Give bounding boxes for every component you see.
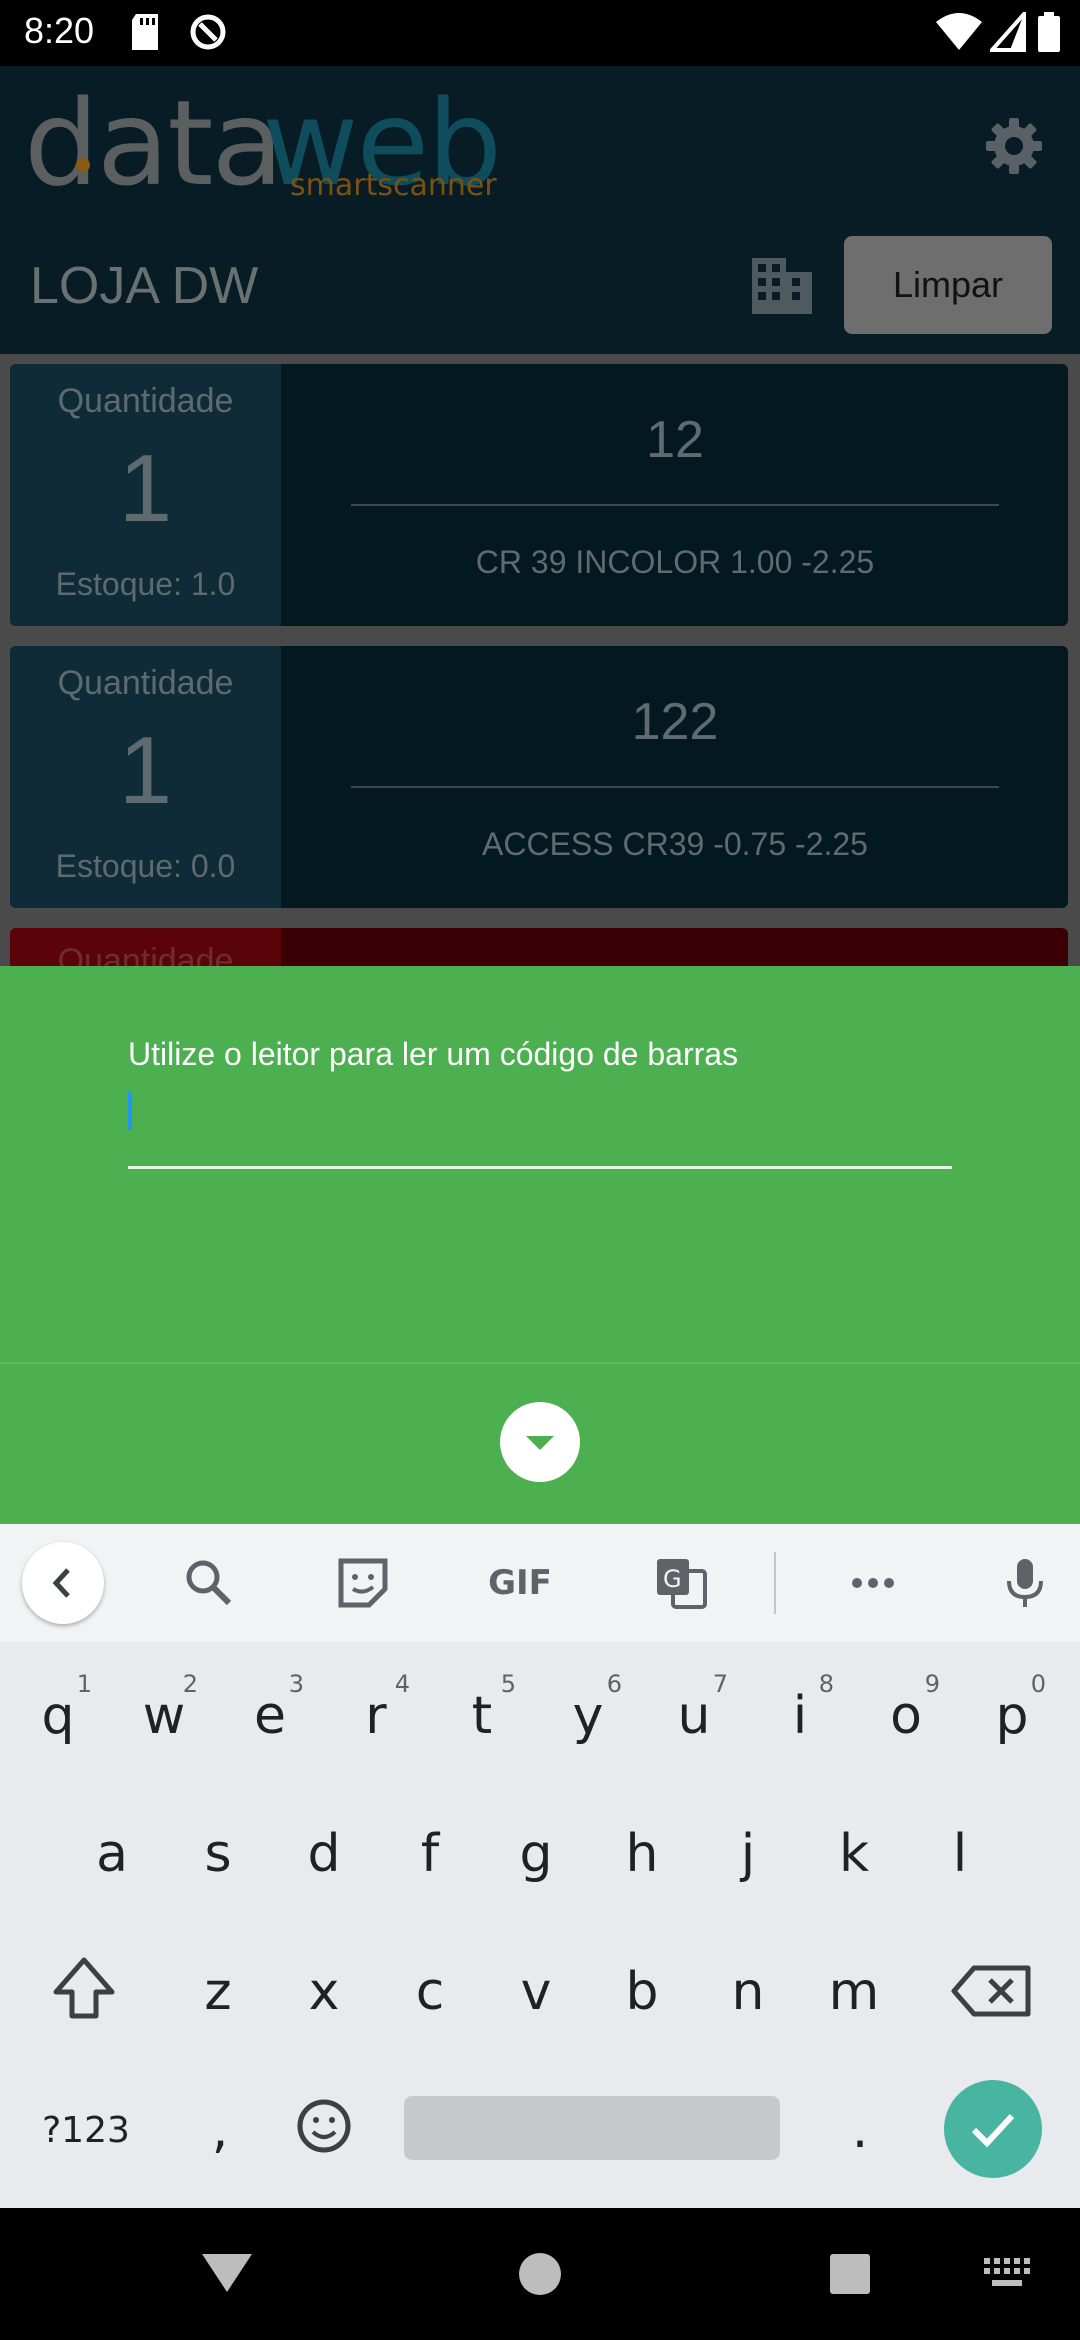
key-i[interactable]: i8 — [752, 1660, 848, 1770]
scan-instruction-label: Utilize o leitor para ler um código de b… — [128, 1036, 739, 1072]
gif-button[interactable]: GIF — [484, 1550, 556, 1616]
key-s[interactable]: s — [170, 1798, 266, 1908]
sticker-icon[interactable] — [330, 1550, 396, 1616]
key-x[interactable]: x — [276, 1936, 372, 2046]
enter-key[interactable] — [944, 2080, 1042, 2178]
item-description: CR 39 INCOLOR 1.00 -2.25 — [475, 544, 875, 580]
toolbar-divider — [774, 1552, 776, 1614]
home-circle-icon[interactable] — [516, 2250, 564, 2303]
list-item[interactable]: Quantidade 1 Estoque: 0.0 122 ACCESS CR3… — [10, 646, 1068, 908]
list-item[interactable]: Quantidade 1 Estoque: 1.0 12 CR 39 INCOL… — [10, 364, 1068, 626]
symbols-key[interactable]: ?123 — [34, 2074, 138, 2184]
period-key[interactable]: . — [812, 2074, 908, 2184]
key-v[interactable]: v — [488, 1936, 584, 2046]
search-icon[interactable] — [176, 1550, 242, 1616]
store-title: LOJA DW — [30, 257, 259, 315]
cell-signal-icon — [987, 8, 1026, 57]
list-item[interactable]: Quantidade — [10, 928, 1068, 966]
key-h[interactable]: h — [594, 1798, 690, 1908]
sheet-divider — [0, 1362, 1080, 1364]
item-list: Quantidade 1 Estoque: 1.0 12 CR 39 INCOL… — [0, 354, 1080, 966]
keyboard-back-button[interactable] — [22, 1542, 104, 1624]
status-time: 8:20 — [24, 10, 95, 51]
shift-key[interactable] — [36, 1936, 132, 2046]
app-header: data web smartscanner LOJA DW Limpar — [0, 66, 1080, 354]
key-w[interactable]: w2 — [116, 1660, 212, 1770]
comma-key[interactable]: , — [172, 2074, 268, 2184]
barcode-input[interactable] — [128, 1090, 956, 1138]
key-f[interactable]: f — [382, 1798, 478, 1908]
key-u[interactable]: u7 — [646, 1660, 742, 1770]
back-triangle-icon[interactable] — [198, 2248, 256, 2303]
key-q[interactable]: q1 — [10, 1660, 106, 1770]
key-p[interactable]: p0 — [964, 1660, 1060, 1770]
microphone-icon[interactable] — [992, 1550, 1058, 1616]
translate-icon[interactable]: G — [648, 1550, 714, 1616]
store-building-icon[interactable] — [752, 258, 812, 319]
stock-text: Estoque: 1.0 — [55, 566, 236, 602]
quantity-panel[interactable]: Quantidade — [10, 928, 281, 966]
quantity-label: Quantidade — [57, 382, 234, 420]
key-c[interactable]: c — [382, 1936, 478, 2046]
key-k[interactable]: k — [806, 1798, 902, 1908]
item-code: 12 — [646, 411, 704, 469]
navigation-bar — [0, 2208, 1080, 2340]
key-n[interactable]: n — [700, 1936, 796, 2046]
emoji-icon — [297, 2099, 351, 2153]
logo-subtitle: smartscanner — [290, 168, 497, 203]
keyboard-toolbar: GIF G — [0, 1524, 1080, 1642]
key-g[interactable]: g — [488, 1798, 584, 1908]
quantity-value: 1 — [118, 717, 173, 824]
status-bar: 8:20 — [0, 0, 1080, 66]
clear-button[interactable]: Limpar — [844, 236, 1052, 334]
quantity-value: 1 — [118, 435, 173, 542]
key-t[interactable]: t5 — [434, 1660, 530, 1770]
key-y[interactable]: y6 — [540, 1660, 636, 1770]
logo-data-text: data — [24, 74, 284, 212]
quantity-label: Quantidade — [57, 942, 234, 966]
chevron-down-icon — [526, 1436, 554, 1450]
quantity-panel[interactable]: Quantidade 1 Estoque: 1.0 — [10, 364, 281, 626]
text-cursor — [128, 1092, 132, 1130]
svg-text:G: G — [663, 1565, 682, 1593]
key-l[interactable]: l — [912, 1798, 1008, 1908]
collapse-sheet-button[interactable] — [500, 1402, 580, 1482]
backspace-key[interactable] — [946, 1936, 1042, 2046]
wifi-icon — [936, 12, 982, 57]
item-divider — [351, 504, 999, 506]
quantity-panel[interactable]: Quantidade 1 Estoque: 0.0 — [10, 646, 281, 908]
key-b[interactable]: b — [594, 1936, 690, 2046]
key-j[interactable]: j — [700, 1798, 796, 1908]
scan-bottom-sheet: Utilize o leitor para ler um código de b… — [0, 966, 1080, 1524]
item-description: ACCESS CR39 -0.75 -2.25 — [482, 826, 868, 862]
keyboard-switch-icon[interactable] — [984, 2258, 1030, 2297]
item-divider — [351, 786, 999, 788]
key-d[interactable]: d — [276, 1798, 372, 1908]
space-key[interactable] — [404, 2096, 780, 2160]
chevron-left-icon — [52, 1568, 70, 1598]
key-r[interactable]: r4 — [328, 1660, 424, 1770]
battery-icon — [1038, 12, 1060, 57]
logo-dot — [76, 158, 90, 172]
shift-icon — [53, 1957, 115, 2019]
input-underline — [128, 1166, 952, 1169]
key-z[interactable]: z — [170, 1936, 266, 2046]
data-saver-icon — [188, 12, 228, 57]
item-code: 122 — [631, 693, 719, 751]
key-m[interactable]: m — [806, 1936, 902, 2046]
soft-keyboard: GIF G q1 w2 e3 r4 t5 y6 u7 i8 o9 p0 a s … — [0, 1524, 1080, 2208]
backspace-icon — [951, 1965, 1031, 2017]
key-e[interactable]: e3 — [222, 1660, 318, 1770]
quantity-label: Quantidade — [57, 664, 234, 702]
checkmark-icon — [971, 2113, 1015, 2148]
emoji-key[interactable] — [276, 2074, 372, 2184]
recents-square-icon[interactable] — [828, 2252, 872, 2301]
more-options-icon[interactable] — [840, 1550, 906, 1616]
stock-text: Estoque: 0.0 — [55, 848, 236, 884]
settings-gear-icon[interactable] — [984, 116, 1044, 181]
key-a[interactable]: a — [64, 1798, 160, 1908]
sd-card-icon — [130, 14, 160, 55]
key-o[interactable]: o9 — [858, 1660, 954, 1770]
